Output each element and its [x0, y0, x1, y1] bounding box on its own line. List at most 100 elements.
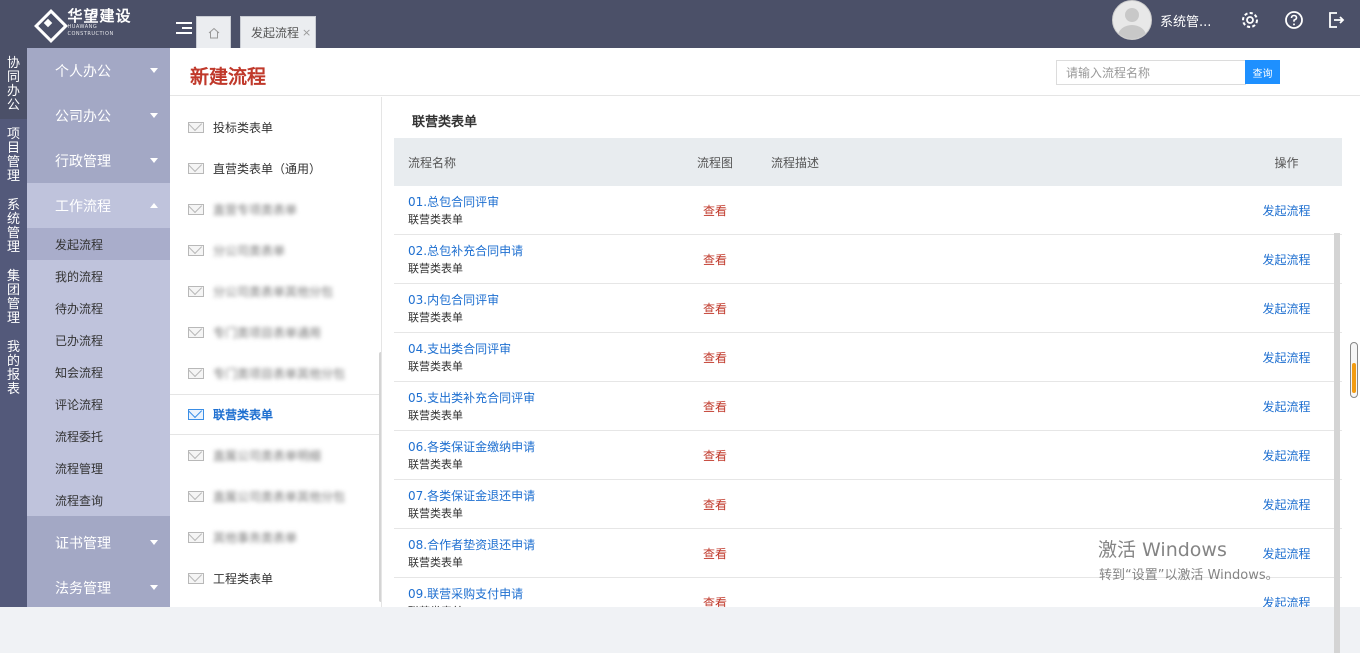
category-item[interactable]: 专门类项目表单通用: [170, 312, 381, 353]
view-chart-link[interactable]: 查看: [703, 302, 727, 316]
process-name-link[interactable]: 03.内包合同评审: [408, 292, 669, 308]
chevron-down-icon: [150, 585, 158, 590]
category-item[interactable]: 其他事务类表单: [170, 517, 381, 558]
category-item[interactable]: 专门类项目表单其他分包: [170, 353, 381, 394]
logout-icon[interactable]: [1326, 10, 1346, 30]
logo-diamond-icon: [34, 9, 61, 37]
view-chart-link[interactable]: 查看: [703, 596, 727, 608]
view-chart-link[interactable]: 查看: [703, 204, 727, 218]
start-process-link[interactable]: 发起流程: [1262, 596, 1310, 608]
menu-item-comment-process[interactable]: 评论流程: [27, 388, 170, 420]
category-item[interactable]: 分公司类表单: [170, 230, 381, 271]
module-project-mgmt[interactable]: 项目管理: [0, 119, 27, 190]
search-button[interactable]: 查询: [1245, 60, 1280, 84]
column-header-op: 操作: [1274, 155, 1299, 170]
process-name-link[interactable]: 07.各类保证金退还申请: [408, 488, 669, 504]
view-chart-link[interactable]: 查看: [703, 449, 727, 463]
menu-item-my-process[interactable]: 我的流程: [27, 260, 170, 292]
menu-item-notify-process[interactable]: 知会流程: [27, 356, 170, 388]
column-header-name: 流程名称: [408, 155, 457, 170]
menu-group-legal[interactable]: 法务管理: [27, 565, 170, 607]
help-icon[interactable]: [1284, 10, 1304, 30]
category-label: 联营类表单: [213, 408, 274, 422]
menu-group-company-office[interactable]: 公司办公: [27, 93, 170, 138]
table-row: 04.支出类合同评审 联营类表单 查看 发起流程: [394, 333, 1342, 382]
category-label: 分公司类表单: [213, 243, 286, 258]
table-scrollbar[interactable]: [1334, 233, 1340, 653]
process-name-link[interactable]: 05.支出类补充合同评审: [408, 390, 669, 406]
category-item[interactable]: 工程类表单: [170, 558, 381, 599]
user-name[interactable]: 系统管...: [1160, 11, 1211, 30]
menu-group-label: 行政管理: [55, 153, 111, 170]
process-name-link[interactable]: 08.合作者垫资退还申请: [408, 537, 669, 553]
start-process-link[interactable]: 发起流程: [1262, 302, 1310, 316]
category-label: 工程类表单: [213, 571, 274, 586]
menu-item-manage-process[interactable]: 流程管理: [27, 452, 170, 484]
start-process-link[interactable]: 发起流程: [1262, 204, 1310, 218]
start-process-link[interactable]: 发起流程: [1262, 547, 1310, 561]
gear-icon[interactable]: [1240, 10, 1260, 30]
process-name-link[interactable]: 09.联营采购支付申请: [408, 586, 669, 602]
category-label: 其他事务类表单: [213, 530, 298, 545]
category-item[interactable]: 直营类表单（通用）: [170, 148, 381, 189]
tab-start-process[interactable]: 发起流程 ×: [240, 16, 316, 48]
module-my-reports[interactable]: 我的报表: [0, 332, 27, 403]
module-system-mgmt[interactable]: 系统管理: [0, 190, 27, 261]
view-chart-link[interactable]: 查看: [703, 351, 727, 365]
top-bar: 华望建设 HUAWANG CONSTRUCTION 发起流程 × 系统管...: [0, 0, 1360, 48]
process-category: 联营类表单: [408, 604, 669, 608]
avatar[interactable]: [1112, 0, 1152, 40]
company-logo[interactable]: 华望建设 HUAWANG CONSTRUCTION: [34, 8, 144, 38]
home-tab[interactable]: [196, 16, 231, 48]
activation-watermark-hint: 转到“设置”以激活 Windows。: [1099, 568, 1279, 583]
start-process-link[interactable]: 发起流程: [1262, 498, 1310, 512]
category-item[interactable]: 投标类表单: [170, 107, 381, 148]
menu-item-todo-process[interactable]: 待办流程: [27, 292, 170, 324]
process-content: 联营类表单 流程名称 流程图 流程描述 操作 01.总包合同评审 联营类表单 查看发…: [386, 97, 1346, 607]
view-chart-link[interactable]: 查看: [703, 547, 727, 561]
process-category: 联营类表单: [408, 310, 463, 324]
envelope-icon: [188, 203, 204, 215]
category-label: 直营专项类表单: [213, 202, 298, 217]
menu-group-label: 个人办公: [55, 63, 111, 80]
process-search-input[interactable]: 请输入流程名称: [1056, 60, 1246, 85]
menu-group-personal-office[interactable]: 个人办公: [27, 48, 170, 93]
menu-item-delegate-process[interactable]: 流程委托: [27, 420, 170, 452]
category-item-active[interactable]: 联营类表单: [170, 394, 381, 435]
menu-group-admin[interactable]: 行政管理: [27, 138, 170, 183]
view-chart-link[interactable]: 查看: [703, 400, 727, 414]
module-collab-office[interactable]: 协同办公: [0, 48, 27, 119]
category-item[interactable]: 直属公司类表单其他分包: [170, 476, 381, 517]
start-process-link[interactable]: 发起流程: [1262, 351, 1310, 365]
category-item[interactable]: 分公司类表单其他分包: [170, 271, 381, 312]
process-name-link[interactable]: 06.各类保证金缴纳申请: [408, 439, 669, 455]
menu-item-start-process[interactable]: 发起流程: [27, 228, 170, 260]
category-label: 投标类表单: [213, 120, 274, 135]
view-chart-link[interactable]: 查看: [703, 253, 727, 267]
main-panel: 新建流程 请输入流程名称 查询 投标类表单 直营类表单（通用） 直营专项类表单 …: [170, 48, 1360, 653]
menu-item-query-process[interactable]: 流程查询: [27, 484, 170, 516]
envelope-icon: [188, 531, 204, 543]
envelope-icon: [188, 572, 204, 584]
category-item[interactable]: 直营专项类表单: [170, 189, 381, 230]
view-chart-link[interactable]: 查看: [703, 498, 727, 512]
chevron-down-icon: [150, 158, 158, 163]
category-item[interactable]: 直属公司类表单明细: [170, 435, 381, 476]
process-name-link[interactable]: 01.总包合同评审: [408, 194, 669, 210]
module-group-mgmt[interactable]: 集团管理: [0, 261, 27, 332]
menu-toggle-icon[interactable]: [176, 22, 192, 36]
envelope-icon: [188, 490, 204, 502]
menu-group-certificates[interactable]: 证书管理: [27, 520, 170, 565]
start-process-link[interactable]: 发起流程: [1262, 253, 1310, 267]
module-label: 项目管理: [6, 127, 20, 184]
menu-item-done-process[interactable]: 已办流程: [27, 324, 170, 356]
start-process-link[interactable]: 发起流程: [1262, 449, 1310, 463]
start-process-link[interactable]: 发起流程: [1262, 400, 1310, 414]
module-label: 我的报表: [6, 340, 20, 397]
process-name-link[interactable]: 04.支出类合同评审: [408, 341, 669, 357]
volume-slider[interactable]: [1350, 342, 1358, 398]
close-icon[interactable]: ×: [302, 26, 311, 39]
category-scrollbar[interactable]: [379, 352, 381, 602]
menu-group-workflow[interactable]: 工作流程: [27, 183, 170, 228]
process-name-link[interactable]: 02.总包补充合同申请: [408, 243, 669, 259]
